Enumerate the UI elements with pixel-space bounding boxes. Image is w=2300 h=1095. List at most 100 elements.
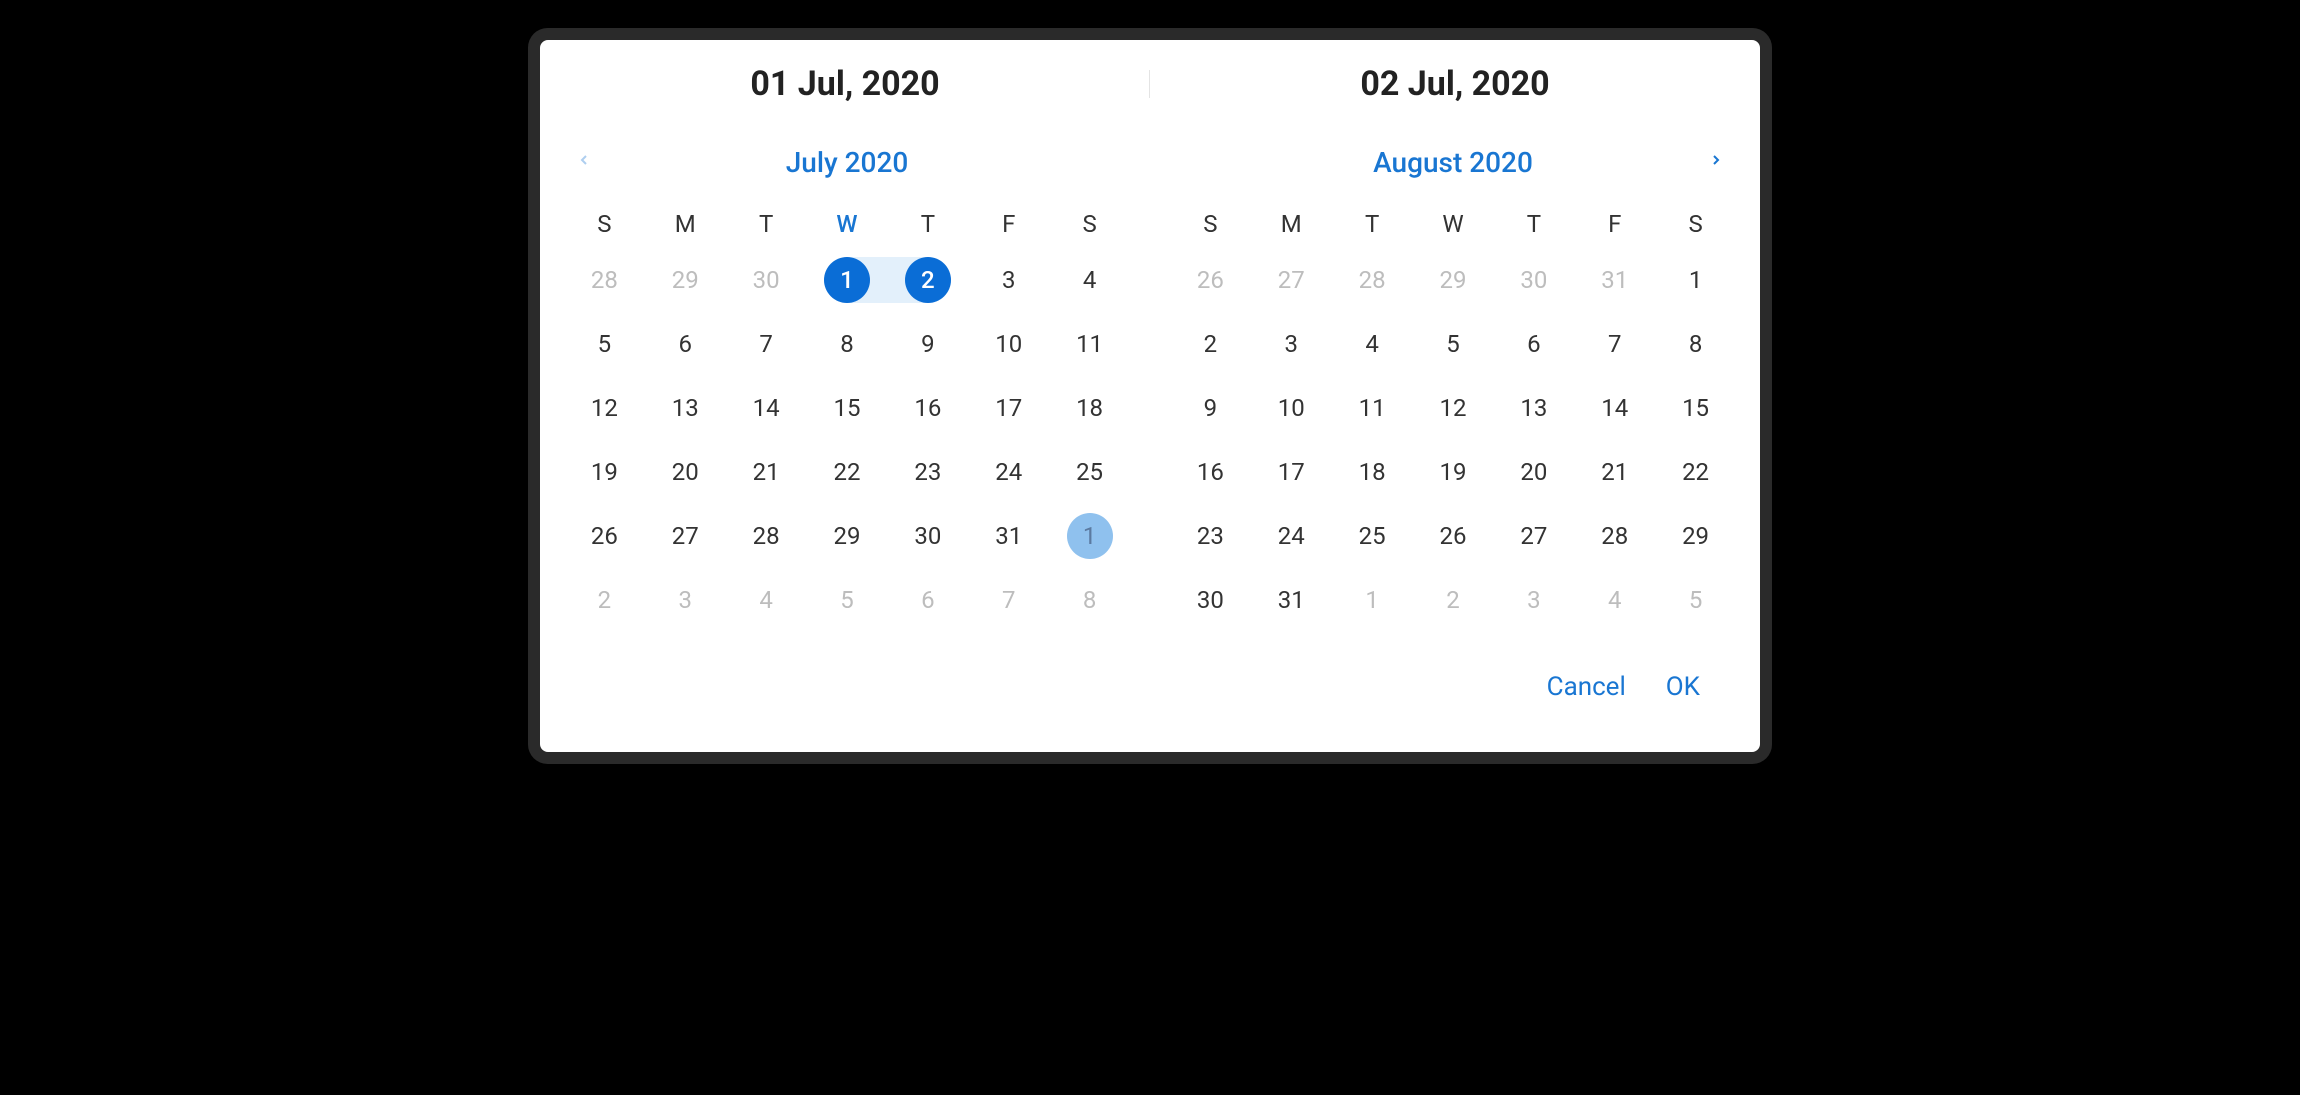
calendar-day[interactable]: 8 [1049, 568, 1130, 632]
calendar-day[interactable]: 15 [807, 376, 888, 440]
dow-label: S [1655, 202, 1736, 248]
calendar-day[interactable]: 29 [645, 248, 726, 312]
calendar-day[interactable]: 28 [1332, 248, 1413, 312]
calendar-day[interactable]: 18 [1049, 376, 1130, 440]
calendar-day[interactable]: 1 [1049, 504, 1130, 568]
calendar-day[interactable]: 4 [1574, 568, 1655, 632]
calendar-day[interactable]: 11 [1049, 312, 1130, 376]
calendar-day[interactable]: 1 [1655, 248, 1736, 312]
calendar-day[interactable]: 22 [807, 440, 888, 504]
calendar-day[interactable]: 25 [1049, 440, 1130, 504]
chevron-left-icon [576, 152, 592, 172]
calendar-day[interactable]: 19 [564, 440, 645, 504]
calendar-day[interactable]: 2 [1413, 568, 1494, 632]
calendar-day[interactable]: 30 [1493, 248, 1574, 312]
left-month-label[interactable]: July 2020 [786, 146, 909, 179]
calendar-day[interactable]: 10 [968, 312, 1049, 376]
calendar-day[interactable]: 24 [968, 440, 1049, 504]
calendar-day[interactable]: 1 [1332, 568, 1413, 632]
calendar-day[interactable]: 17 [968, 376, 1049, 440]
calendar-day[interactable]: 4 [726, 568, 807, 632]
calendar-day[interactable]: 2 [887, 248, 968, 312]
calendar-day[interactable]: 26 [564, 504, 645, 568]
calendar-day[interactable]: 2 [1170, 312, 1251, 376]
calendar-day[interactable]: 26 [1413, 504, 1494, 568]
dow-label: M [645, 202, 726, 248]
calendar-day[interactable]: 11 [1332, 376, 1413, 440]
calendar-day[interactable]: 31 [1251, 568, 1332, 632]
calendar-day[interactable]: 6 [887, 568, 968, 632]
prev-month-button[interactable] [570, 148, 598, 176]
calendar-day[interactable]: 28 [1574, 504, 1655, 568]
calendar-day[interactable]: 5 [1413, 312, 1494, 376]
calendar-day[interactable]: 14 [726, 376, 807, 440]
calendar-day[interactable]: 28 [726, 504, 807, 568]
calendar-day[interactable]: 13 [1493, 376, 1574, 440]
calendar-day[interactable]: 21 [1574, 440, 1655, 504]
dow-label: S [1049, 202, 1130, 248]
calendar-day[interactable]: 9 [1170, 376, 1251, 440]
selected-range-header: 01 Jul, 2020 02 Jul, 2020 [540, 40, 1760, 120]
dow-label: T [726, 202, 807, 248]
ok-button[interactable]: OK [1666, 672, 1700, 702]
calendar-day[interactable]: 6 [645, 312, 726, 376]
calendar-day[interactable]: 2 [564, 568, 645, 632]
calendar-day[interactable]: 27 [645, 504, 726, 568]
calendar-day[interactable]: 28 [564, 248, 645, 312]
calendar-day[interactable]: 7 [968, 568, 1049, 632]
calendar-day[interactable]: 10 [1251, 376, 1332, 440]
cancel-button[interactable]: Cancel [1547, 672, 1626, 702]
calendar-day[interactable]: 23 [1170, 504, 1251, 568]
calendar-day[interactable]: 31 [1574, 248, 1655, 312]
calendar-day[interactable]: 30 [887, 504, 968, 568]
calendar-day[interactable]: 22 [1655, 440, 1736, 504]
calendar-day[interactable]: 29 [1413, 248, 1494, 312]
calendar-day[interactable]: 27 [1251, 248, 1332, 312]
calendar-day[interactable]: 8 [1655, 312, 1736, 376]
start-date-label: 01 Jul, 2020 [540, 64, 1150, 104]
calendar-day[interactable]: 24 [1251, 504, 1332, 568]
calendar-day[interactable]: 25 [1332, 504, 1413, 568]
right-month-label[interactable]: August 2020 [1373, 146, 1533, 179]
calendar-day[interactable]: 3 [968, 248, 1049, 312]
calendar-day[interactable]: 17 [1251, 440, 1332, 504]
calendar-day[interactable]: 20 [645, 440, 726, 504]
calendar-day[interactable]: 4 [1332, 312, 1413, 376]
calendar-day[interactable]: 29 [1655, 504, 1736, 568]
calendar-day[interactable]: 5 [564, 312, 645, 376]
calendar-day[interactable]: 3 [645, 568, 726, 632]
calendar-day[interactable]: 3 [1251, 312, 1332, 376]
calendar-day[interactable]: 26 [1170, 248, 1251, 312]
calendar-day[interactable]: 14 [1574, 376, 1655, 440]
calendar-day[interactable]: 12 [1413, 376, 1494, 440]
calendar-day[interactable]: 3 [1493, 568, 1574, 632]
calendar-day[interactable]: 23 [887, 440, 968, 504]
calendar-day[interactable]: 7 [726, 312, 807, 376]
calendar-day[interactable]: 31 [968, 504, 1049, 568]
calendar-day[interactable]: 19 [1413, 440, 1494, 504]
calendar-day[interactable]: 30 [1170, 568, 1251, 632]
calendar-day[interactable]: 18 [1332, 440, 1413, 504]
calendar-day[interactable]: 20 [1493, 440, 1574, 504]
calendar-day[interactable]: 1 [807, 248, 888, 312]
dow-label: T [1493, 202, 1574, 248]
calendar-day[interactable]: 13 [645, 376, 726, 440]
calendar-day[interactable]: 30 [726, 248, 807, 312]
calendar-day[interactable]: 9 [887, 312, 968, 376]
calendar-day[interactable]: 27 [1493, 504, 1574, 568]
calendar-day[interactable]: 21 [726, 440, 807, 504]
calendar-day[interactable]: 7 [1574, 312, 1655, 376]
calendar-day[interactable]: 6 [1493, 312, 1574, 376]
dow-label: W [1413, 202, 1494, 248]
calendar-day[interactable]: 16 [1170, 440, 1251, 504]
left-month: July 2020 SMTWTFS 2829301234567891011121… [564, 140, 1130, 632]
calendar-day[interactable]: 4 [1049, 248, 1130, 312]
calendar-day[interactable]: 12 [564, 376, 645, 440]
calendar-day[interactable]: 8 [807, 312, 888, 376]
calendar-day[interactable]: 15 [1655, 376, 1736, 440]
calendar-day[interactable]: 29 [807, 504, 888, 568]
next-month-button[interactable] [1702, 148, 1730, 176]
calendar-day[interactable]: 16 [887, 376, 968, 440]
calendar-day[interactable]: 5 [807, 568, 888, 632]
calendar-day[interactable]: 5 [1655, 568, 1736, 632]
